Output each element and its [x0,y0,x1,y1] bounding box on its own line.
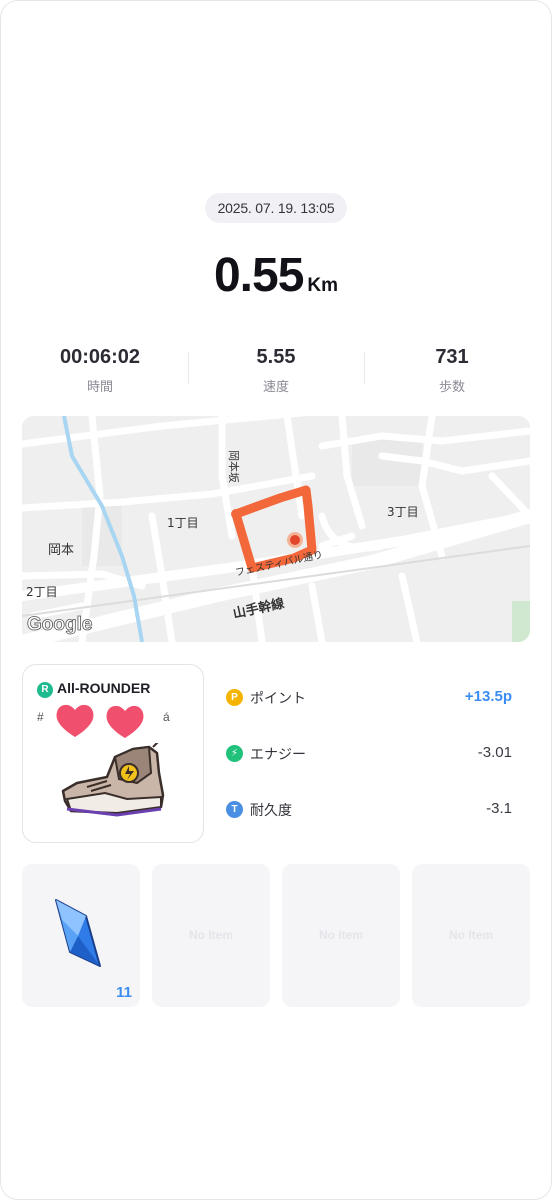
stat-steps: 731 歩数 [364,344,540,396]
item-slots: 11 No Item No Item No Item [22,864,530,1007]
point-icon: P [226,689,243,706]
map-label-chome2: 2丁目 [26,585,58,599]
metric-label: ポイント [250,690,306,706]
empty-slot-label: No Item [188,928,233,942]
item-slot-4[interactable]: No Item [412,864,530,1007]
stat-value: 00:06:02 [59,346,141,368]
metric-label: 耐久度 [250,802,292,818]
empty-slot-label: No Item [448,928,493,942]
route-map[interactable]: 岡本坂 1丁目 3丁目 岡本 2丁目 フェスティバル通り 山手幹線 Google [22,416,530,642]
session-datetime: 2025. 07. 19. 13:05 [205,193,347,223]
stat-label: 歩数 [438,379,465,394]
item-slot-2[interactable]: No Item [152,864,270,1007]
item-slot-1[interactable]: 11 [22,864,140,1007]
reward-metrics: P ポイント +13.5p ⚡ エナジー -3.01 T 耐久度 -3.1 [224,672,520,840]
metric-label: エナジー [250,746,306,762]
shoe-code-tail: á [163,710,170,724]
metric-value: -3.1 [486,800,512,817]
metric-value: -3.01 [477,744,512,761]
empty-slot-label: No Item [318,928,363,942]
crystal-gem-icon [55,899,101,967]
stat-label: 速度 [262,379,289,394]
heart-sticker-icon [56,704,144,738]
map-canvas: 岡本坂 1丁目 3丁目 岡本 2丁目 フェスティバル通り 山手幹線 Google [22,416,530,642]
map-label-okamoto: 岡本 [48,543,74,558]
distance-unit: Km [307,275,339,296]
stat-speed: 5.55 速度 [188,344,364,396]
stat-label: 時間 [86,379,113,394]
item-slot-3[interactable]: No Item [282,864,400,1007]
shoe-code-prefix: # [37,710,44,724]
metric-point: P ポイント +13.5p [224,672,520,728]
stat-value: 731 [435,346,469,368]
item-count: 11 [116,984,132,1001]
distance-value: 0.55 [213,249,304,302]
shoe-card[interactable]: R All-ROUNDER # á [22,664,204,843]
stats-row: 00:06:02 時間 5.55 速度 731 歩数 [12,344,540,396]
route-start-marker [231,509,241,519]
map-label-okamotozaka: 岡本坂 [227,450,241,483]
rarity-badge-icon: R [37,682,53,698]
metric-value: +13.5p [464,688,512,705]
shoe-type: All-ROUNDER [57,680,151,696]
sneaker-icon [61,743,165,817]
map-label-chome1: 1丁目 [167,516,199,530]
energy-icon: ⚡ [226,745,243,762]
durability-icon: T [226,801,243,818]
stat-value: 5.55 [256,346,296,368]
metric-energy: ⚡ エナジー -3.01 [224,728,520,784]
map-label-chome3: 3丁目 [387,505,419,519]
stat-time: 00:06:02 時間 [12,344,188,396]
distance-display: 0.55 Km [0,248,552,303]
google-logo: Google [27,614,92,635]
shoe-code: # á [37,710,170,724]
metric-durability: T 耐久度 -3.1 [224,784,520,840]
route-end-marker [290,535,300,545]
